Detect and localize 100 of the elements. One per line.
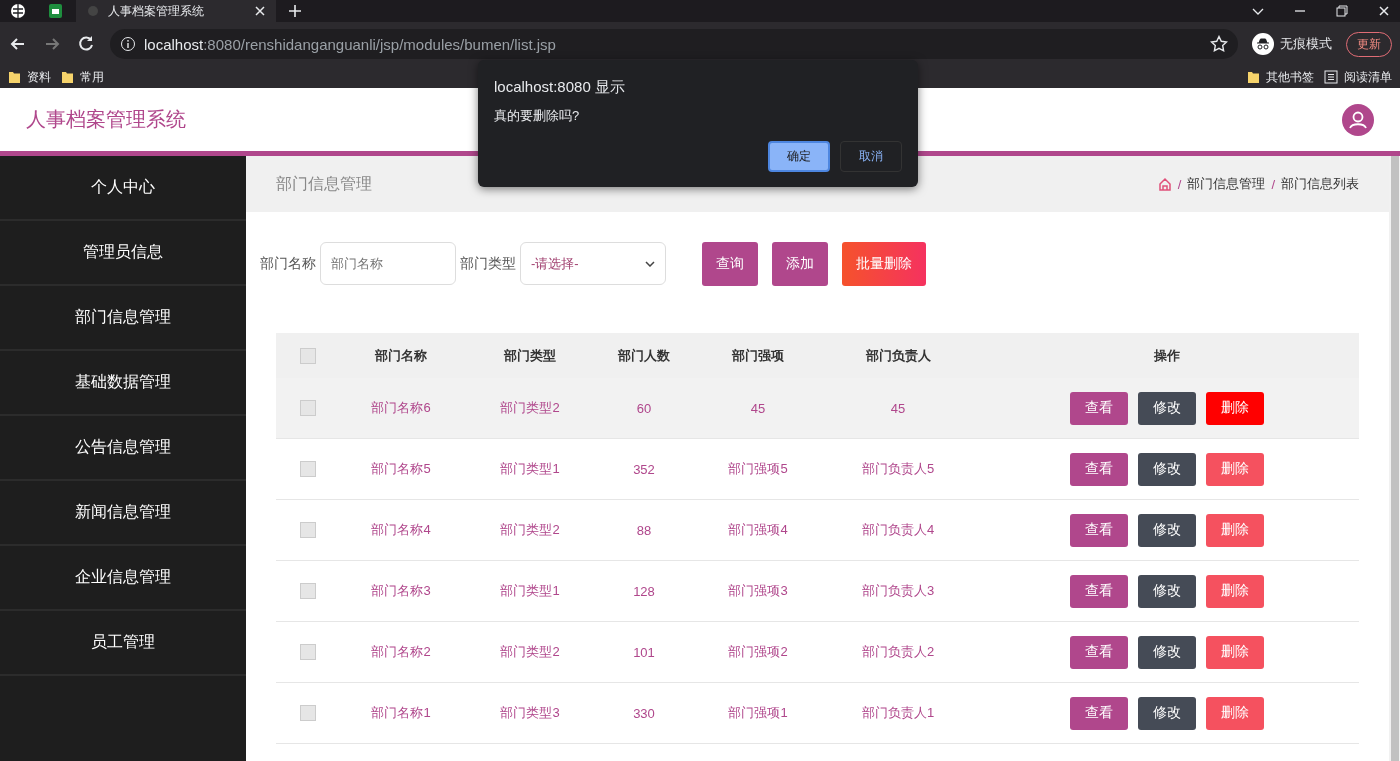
sidebar-item[interactable]: 公告信息管理 bbox=[0, 416, 246, 481]
folder-icon bbox=[1247, 70, 1260, 84]
table-cell-text: 部门类型2 bbox=[499, 399, 561, 417]
header-checkbox[interactable] bbox=[300, 347, 316, 364]
action-button[interactable]: 查询 bbox=[702, 241, 758, 286]
dialog-title: localhost:8080 显示 bbox=[494, 78, 626, 97]
view-button[interactable]: 查看 bbox=[1069, 391, 1128, 425]
table-cell-text: 部门类型1 bbox=[499, 460, 561, 478]
bookmark-folder[interactable]: 其他书签 bbox=[1247, 68, 1314, 86]
list-icon bbox=[1324, 70, 1338, 84]
batch-delete-button[interactable]: 批量删除 bbox=[842, 241, 926, 286]
incognito-label: 无痕模式 bbox=[1280, 35, 1332, 53]
close-icon[interactable] bbox=[254, 5, 266, 17]
star-icon[interactable] bbox=[1210, 35, 1228, 53]
table-cell-text: 部门类型2 bbox=[499, 643, 561, 661]
edit-button[interactable]: 修改 bbox=[1137, 574, 1196, 608]
table-cell-text: 部门负责人4 bbox=[860, 521, 936, 539]
incognito-icon[interactable] bbox=[1252, 33, 1274, 55]
view-button[interactable]: 查看 bbox=[1069, 513, 1128, 547]
page-title: 部门信息管理 bbox=[276, 173, 373, 194]
bookmark-folder[interactable]: 资料 bbox=[8, 68, 51, 86]
url-text: localhost:8080/renshidanganguanli/jsp/modules/bumen/list.jsp bbox=[144, 35, 556, 53]
breadcrumb-item: 部门信息列表 bbox=[1281, 175, 1359, 193]
view-button[interactable]: 查看 bbox=[1069, 635, 1128, 669]
table-cell-text: 部门强项5 bbox=[727, 460, 789, 478]
sidebar-item[interactable]: 部门信息管理 bbox=[0, 286, 246, 351]
edit-button[interactable]: 修改 bbox=[1137, 452, 1196, 486]
table-cell-text: 部门强项4 bbox=[727, 521, 789, 539]
row-checkbox[interactable] bbox=[300, 583, 316, 599]
table-cell-text: 部门名称5 bbox=[370, 460, 432, 478]
breadcrumb-separator: / bbox=[1177, 176, 1182, 192]
type-select[interactable]: -请选择- bbox=[520, 242, 666, 285]
restore-icon[interactable] bbox=[1336, 5, 1348, 17]
browser-tab[interactable]: 人事档案管理系统 bbox=[76, 0, 276, 22]
table-cell-text: 330 bbox=[632, 705, 656, 721]
column-header: 操作 bbox=[1152, 346, 1181, 365]
chevron-down-icon bbox=[645, 260, 655, 267]
view-button[interactable]: 查看 bbox=[1069, 574, 1128, 608]
table-cell-text: 60 bbox=[635, 400, 653, 416]
column-header: 部门类型 bbox=[503, 346, 557, 365]
table-cell-text: 部门名称4 bbox=[370, 521, 432, 539]
info-icon bbox=[120, 36, 136, 52]
table-cell-text: 101 bbox=[632, 644, 656, 660]
table-cell-text: 128 bbox=[632, 583, 656, 599]
tab-title: 人事档案管理系统 bbox=[108, 2, 205, 20]
ok-button[interactable]: 确定 bbox=[768, 141, 830, 172]
row-checkbox[interactable] bbox=[300, 400, 316, 416]
table-cell-text: 部门名称2 bbox=[370, 643, 432, 661]
table-cell-text: 部门类型2 bbox=[499, 521, 561, 539]
address-bar[interactable]: localhost:8080/renshidanganguanli/jsp/modules/bumen/list.jsp bbox=[110, 29, 1238, 59]
reading-list-button[interactable]: 阅读清单 bbox=[1324, 68, 1392, 86]
column-header: 部门强项 bbox=[731, 346, 785, 365]
plus-icon[interactable] bbox=[288, 4, 302, 18]
page-icon bbox=[86, 4, 100, 18]
cancel-button[interactable]: 取消 bbox=[840, 141, 902, 172]
table-cell-text: 45 bbox=[749, 400, 767, 416]
reload-icon[interactable] bbox=[76, 34, 96, 54]
edit-button[interactable]: 修改 bbox=[1137, 391, 1196, 425]
delete-button[interactable]: 删除 bbox=[1205, 391, 1264, 425]
close-icon[interactable] bbox=[1378, 5, 1390, 17]
home-icon[interactable] bbox=[1157, 177, 1172, 191]
dialog-message: 真的要删除吗? bbox=[494, 107, 581, 125]
table-cell-text: 部门负责人1 bbox=[860, 704, 936, 722]
name-input[interactable]: 部门名称 bbox=[320, 242, 456, 285]
row-checkbox[interactable] bbox=[300, 522, 316, 538]
column-header: 部门名称 bbox=[374, 346, 428, 365]
table-cell-text: 部门强项2 bbox=[727, 643, 789, 661]
view-button[interactable]: 查看 bbox=[1069, 452, 1128, 486]
app-title: 人事档案管理系统 bbox=[26, 107, 186, 132]
edit-button[interactable]: 修改 bbox=[1137, 696, 1196, 730]
table-cell-text: 352 bbox=[632, 461, 656, 477]
folder-icon bbox=[61, 70, 74, 84]
table-cell-text: 部门强项1 bbox=[727, 704, 789, 722]
column-header: 部门人数 bbox=[617, 346, 671, 365]
edit-button[interactable]: 修改 bbox=[1137, 635, 1196, 669]
table-cell-text: 部门负责人3 bbox=[860, 582, 936, 600]
row-checkbox[interactable] bbox=[300, 644, 316, 660]
breadcrumb-item[interactable]: 部门信息管理 bbox=[1187, 175, 1266, 193]
sidebar-item[interactable]: 员工管理 bbox=[0, 611, 246, 676]
edit-button[interactable]: 修改 bbox=[1137, 513, 1196, 547]
table-cell-text: 部门强项3 bbox=[727, 582, 789, 600]
sidebar-item[interactable]: 基础数据管理 bbox=[0, 351, 246, 416]
action-button[interactable]: 添加 bbox=[772, 241, 828, 286]
field-label: 部门名称 bbox=[260, 254, 316, 273]
column-header: 部门负责人 bbox=[864, 346, 932, 365]
table-cell-text: 88 bbox=[635, 522, 653, 538]
folder-icon bbox=[8, 70, 21, 84]
bookmark-folder[interactable]: 常用 bbox=[61, 68, 104, 86]
table-cell-text: 45 bbox=[889, 400, 907, 416]
sidebar-item[interactable]: 企业信息管理 bbox=[0, 546, 246, 611]
sidebar-item[interactable]: 管理员信息 bbox=[0, 221, 246, 286]
table-cell-text: 部门名称1 bbox=[370, 704, 432, 722]
table-cell-text: 部门负责人2 bbox=[860, 643, 936, 661]
sidebar-item[interactable]: 新闻信息管理 bbox=[0, 481, 246, 546]
user-avatar-icon[interactable] bbox=[1342, 103, 1374, 136]
row-checkbox[interactable] bbox=[300, 461, 316, 477]
view-button[interactable]: 查看 bbox=[1069, 696, 1128, 730]
table-cell-text: 部门类型1 bbox=[499, 582, 561, 600]
table-cell-text: 部门负责人5 bbox=[860, 460, 936, 478]
row-checkbox[interactable] bbox=[300, 705, 316, 721]
